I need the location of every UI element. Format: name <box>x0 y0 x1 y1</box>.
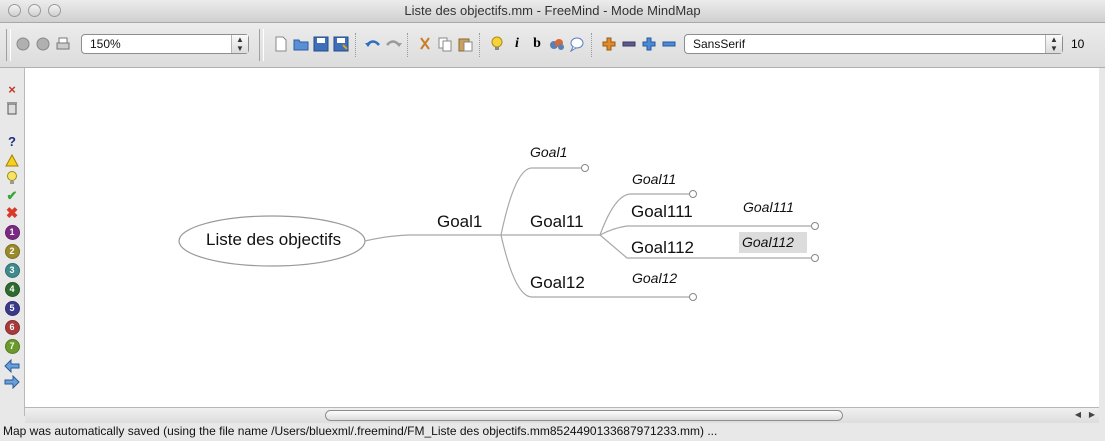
cloud-icon[interactable] <box>548 35 566 53</box>
idea-icon[interactable] <box>4 170 20 186</box>
undo-icon[interactable] <box>364 35 382 53</box>
bulb-icon[interactable] <box>488 35 506 53</box>
mindmap-edges <box>178 164 819 301</box>
italic-icon[interactable]: i <box>508 35 526 53</box>
open-file-icon[interactable] <box>292 35 310 53</box>
back-arrow-icon[interactable] <box>4 358 20 374</box>
node-goal111-note[interactable]: Goal111 <box>743 199 794 215</box>
priority-1-label: 1 <box>4 224 20 240</box>
fold-circle <box>689 293 697 301</box>
question-icon[interactable]: ? <box>4 134 20 150</box>
bold-icon[interactable]: b <box>528 35 546 53</box>
horizontal-scrollbar[interactable]: ◀ ▶ <box>25 407 1099 423</box>
add-icon[interactable] <box>600 35 618 53</box>
separator <box>407 33 409 57</box>
zoom-value: 150% <box>90 37 121 51</box>
node-goal112[interactable]: Goal112 <box>631 238 694 258</box>
separator <box>479 33 481 57</box>
save-icon[interactable] <box>312 35 330 53</box>
font-size-field[interactable]: 10 <box>1071 37 1084 51</box>
back-icon[interactable] <box>14 35 32 53</box>
fold-circle <box>581 164 589 172</box>
priority-7-label: 7 <box>4 338 20 354</box>
window-title: Liste des objectifs.mm - FreeMind - Mode… <box>404 3 701 18</box>
priority-4-label: 4 <box>4 281 20 297</box>
icon-panel: × ? ✔ ✖ 1 2 3 4 5 6 7 <box>0 68 25 416</box>
node-goal11-note[interactable]: Goal11 <box>632 171 676 187</box>
fold-circle <box>811 254 819 262</box>
node-goal1[interactable]: Goal1 <box>437 212 482 232</box>
toolbar-grip[interactable] <box>6 29 11 61</box>
font-family-value: SansSerif <box>693 37 746 51</box>
save-as-icon[interactable] <box>332 35 350 53</box>
note-bubble-icon[interactable] <box>568 35 586 53</box>
copy-icon[interactable] <box>436 35 454 53</box>
forward-icon[interactable] <box>34 35 52 53</box>
title-bar: Liste des objectifs.mm - FreeMind - Mode… <box>0 0 1105 23</box>
node-goal112-note-selected[interactable]: Goal112 <box>742 234 794 250</box>
delete-all-icons[interactable] <box>4 100 20 116</box>
mindmap-canvas[interactable]: Liste des objectifs Goal1 Goal1 Goal11 G… <box>25 68 1099 407</box>
separator <box>591 33 593 57</box>
remove-last-icon[interactable]: × <box>4 82 20 98</box>
edge-root-goal1 <box>364 234 501 242</box>
node-goal111[interactable]: Goal111 <box>631 202 693 222</box>
chevron-updown-icon: ▲ ▼ <box>1045 35 1062 53</box>
separator <box>355 33 357 57</box>
status-bar: Map was automatically saved (using the f… <box>0 423 1105 441</box>
priority-5-label: 5 <box>4 300 20 316</box>
font-family-select[interactable]: SansSerif ▲ ▼ <box>684 34 1063 54</box>
print-icon[interactable] <box>54 35 72 53</box>
priority-2-label: 2 <box>4 243 20 259</box>
cut-icon[interactable] <box>416 35 434 53</box>
priority-5-icon[interactable]: 5 <box>4 300 20 316</box>
priority-4-icon[interactable]: 4 <box>4 281 20 297</box>
scroll-left-icon[interactable]: ◀ <box>1075 410 1081 419</box>
node-goal12[interactable]: Goal12 <box>530 273 585 293</box>
forward-arrow-icon[interactable] <box>4 374 20 390</box>
scroll-right-icon[interactable]: ▶ <box>1089 410 1095 419</box>
priority-2-icon[interactable]: 2 <box>4 243 20 259</box>
warning-icon[interactable] <box>4 152 20 168</box>
priority-6-label: 6 <box>4 319 20 335</box>
fold-circle <box>689 190 697 198</box>
add-child-icon[interactable] <box>640 35 658 53</box>
not-ok-icon[interactable]: ✖ <box>4 206 20 222</box>
scrollbar-thumb[interactable] <box>325 410 843 421</box>
main-toolbar: 150% ▲ ▼ i b SansSerif ▲ ▼ 10 <box>0 23 1105 68</box>
chevron-updown-icon: ▲ ▼ <box>231 35 248 53</box>
node-goal1-note[interactable]: Goal1 <box>530 144 567 160</box>
remove-icon[interactable] <box>620 35 638 53</box>
priority-1-icon[interactable]: 1 <box>4 224 20 240</box>
edge-goal11-goal111 <box>599 225 732 236</box>
node-goal12-note[interactable]: Goal12 <box>632 270 677 286</box>
new-file-icon[interactable] <box>272 35 290 53</box>
node-goal11[interactable]: Goal11 <box>530 212 584 232</box>
zoom-select[interactable]: 150% ▲ ▼ <box>81 34 249 54</box>
priority-3-label: 3 <box>4 262 20 278</box>
priority-3-icon[interactable]: 3 <box>4 262 20 278</box>
fold-circle <box>811 222 819 230</box>
paste-icon[interactable] <box>456 35 474 53</box>
remove-child-icon[interactable] <box>660 35 678 53</box>
priority-7-icon[interactable]: 7 <box>4 338 20 354</box>
redo-icon[interactable] <box>384 35 402 53</box>
right-edge <box>1099 68 1105 423</box>
priority-6-icon[interactable]: 6 <box>4 319 20 335</box>
ok-icon[interactable]: ✔ <box>4 188 20 204</box>
root-node[interactable]: Liste des objectifs <box>206 230 341 250</box>
toolbar-grip-2[interactable] <box>259 29 264 61</box>
